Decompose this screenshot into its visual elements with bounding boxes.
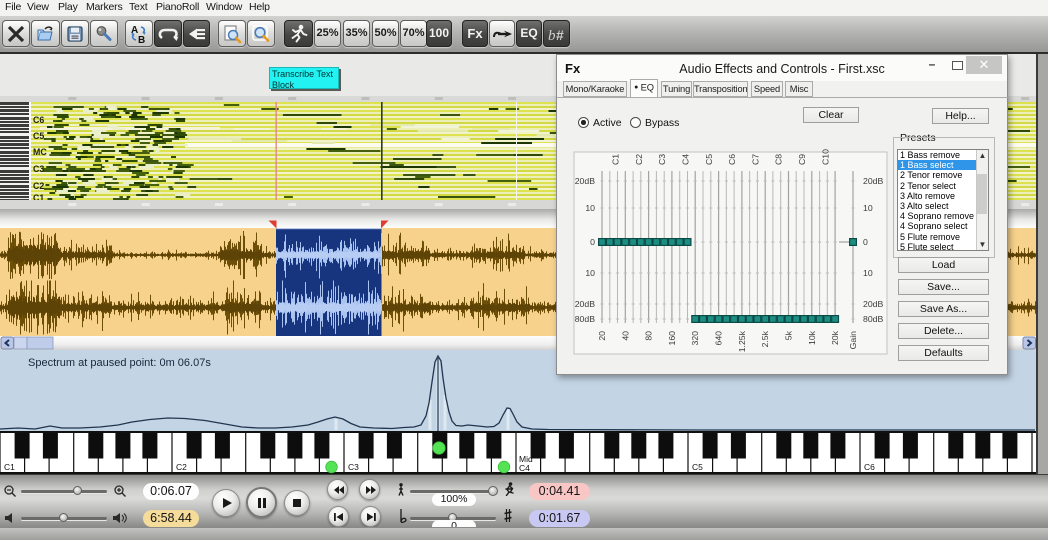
svg-text:B: B bbox=[138, 35, 145, 44]
svg-text:10: 10 bbox=[585, 203, 595, 213]
svg-text:C1: C1 bbox=[611, 154, 621, 165]
svg-text:C9: C9 bbox=[797, 154, 807, 165]
svg-text:C6: C6 bbox=[33, 115, 44, 125]
svg-text:640: 640 bbox=[714, 331, 724, 346]
svg-text:40: 40 bbox=[620, 331, 630, 341]
svg-text:MC: MC bbox=[33, 147, 47, 157]
svg-text:C3: C3 bbox=[33, 164, 44, 174]
svg-text:1.25k: 1.25k bbox=[737, 330, 747, 352]
svg-text:20: 20 bbox=[597, 331, 607, 341]
svg-text:5k: 5k bbox=[784, 330, 794, 340]
svg-text:C3: C3 bbox=[657, 154, 667, 165]
svg-text:20dB: 20dB bbox=[575, 176, 595, 186]
svg-text:80dB: 80dB bbox=[575, 314, 595, 324]
svg-text:C4: C4 bbox=[519, 463, 530, 473]
svg-text:0: 0 bbox=[590, 237, 595, 247]
svg-text:C1: C1 bbox=[4, 462, 15, 472]
svg-text:C6: C6 bbox=[727, 154, 737, 165]
svg-text:C2: C2 bbox=[33, 181, 44, 191]
svg-text:C10: C10 bbox=[820, 149, 830, 165]
svg-text:10: 10 bbox=[863, 203, 873, 213]
svg-text:20k: 20k bbox=[830, 330, 840, 345]
svg-text:10: 10 bbox=[863, 268, 873, 278]
svg-text:C2: C2 bbox=[634, 154, 644, 165]
svg-text:C3: C3 bbox=[348, 462, 359, 472]
svg-text:Gain: Gain bbox=[848, 331, 858, 350]
svg-text:20dB: 20dB bbox=[863, 176, 883, 186]
svg-text:#: # bbox=[556, 27, 564, 43]
svg-text:0: 0 bbox=[863, 237, 868, 247]
svg-text:20dB: 20dB bbox=[575, 299, 595, 309]
svg-text:10: 10 bbox=[585, 268, 595, 278]
svg-text:80dB: 80dB bbox=[863, 314, 883, 324]
svg-text:C8: C8 bbox=[774, 154, 784, 165]
svg-text:320: 320 bbox=[690, 331, 700, 346]
svg-text:160: 160 bbox=[667, 331, 677, 346]
svg-text:10k: 10k bbox=[807, 330, 817, 345]
svg-text:C6: C6 bbox=[864, 462, 875, 472]
svg-text:Spectrum at paused point: 0m 0: Spectrum at paused point: 0m 06.07s bbox=[28, 357, 211, 369]
svg-text:C2: C2 bbox=[176, 462, 187, 472]
svg-text:C5: C5 bbox=[692, 462, 703, 472]
svg-text:C5: C5 bbox=[704, 154, 714, 165]
svg-text:2.5k: 2.5k bbox=[760, 330, 770, 347]
svg-text:C4: C4 bbox=[681, 154, 691, 165]
svg-text:C5: C5 bbox=[33, 131, 44, 141]
svg-text:b: b bbox=[548, 28, 556, 44]
svg-text:C7: C7 bbox=[750, 154, 760, 165]
svg-text:80: 80 bbox=[644, 331, 654, 341]
svg-text:20dB: 20dB bbox=[863, 299, 883, 309]
